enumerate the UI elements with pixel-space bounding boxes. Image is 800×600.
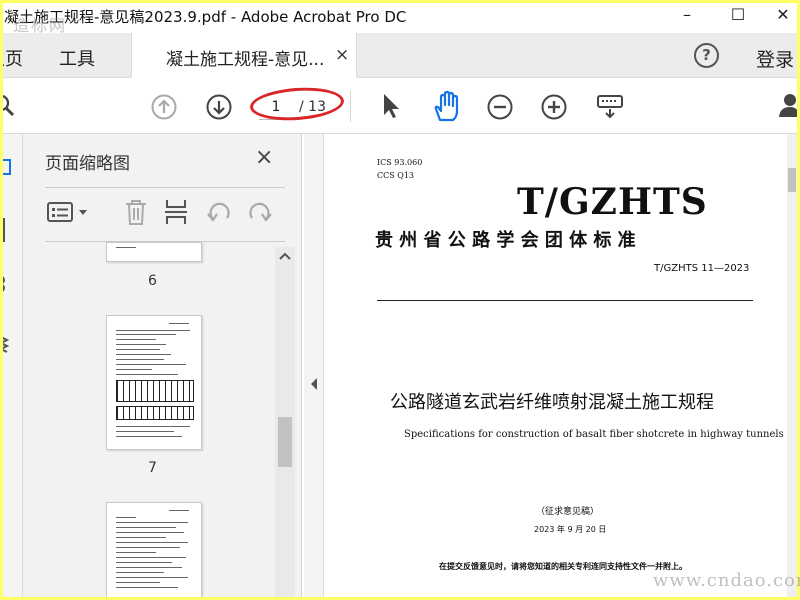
document-tab-close-icon[interactable]: × <box>335 45 349 65</box>
page-thumbnail[interactable] <box>106 242 202 262</box>
pages-panel-icon[interactable] <box>3 158 13 178</box>
panel-close-icon[interactable]: × <box>255 145 273 170</box>
rotate-right-icon[interactable] <box>246 200 274 226</box>
doc-ccs: CCS Q13 <box>377 171 415 180</box>
thumbnail-options-icon[interactable] <box>47 200 91 226</box>
minimize-button[interactable]: – <box>667 3 707 31</box>
document-tab-label: 凝土施工规程-意见... <box>166 50 325 70</box>
panel-collapse-strip[interactable] <box>304 134 324 597</box>
page-thumbnail[interactable] <box>106 315 202 450</box>
home-tab[interactable]: 主页 <box>3 45 23 71</box>
doc-number: T/GZHTS 11—2023 <box>654 263 750 274</box>
toolbar: / 13 <box>3 78 797 134</box>
watermark-bottom: www.cndao.com <box>653 570 800 591</box>
document-scrollbar[interactable] <box>787 134 797 597</box>
scrollbar-thumb[interactable] <box>788 168 796 192</box>
keyboard-icon[interactable] <box>596 93 624 121</box>
scrollbar-thumb[interactable] <box>278 417 292 467</box>
previous-page-icon[interactable] <box>151 94 177 120</box>
page-number-label: 6 <box>148 273 157 289</box>
menu-tab-bar: 主页 工具 凝土施工规程-意见... × ? 登录 <box>3 33 797 78</box>
doc-draft-label: （征求意见稿） <box>536 507 600 517</box>
user-icon[interactable] <box>777 92 797 118</box>
document-tab[interactable]: 凝土施工规程-意见... × <box>131 33 357 78</box>
select-cursor-icon[interactable] <box>381 92 403 120</box>
panel-divider <box>45 187 285 188</box>
layers-panel-icon[interactable] <box>3 334 11 354</box>
hand-tool-icon[interactable] <box>431 90 463 122</box>
page-number-label: 7 <box>148 460 157 476</box>
toolbar-divider <box>350 90 351 122</box>
zoom-out-icon[interactable] <box>487 94 513 120</box>
zoom-in-icon[interactable] <box>541 94 567 120</box>
bookmark-panel-icon[interactable] <box>3 218 11 242</box>
doc-date: 2023 年 9 月 20 日 <box>534 525 607 534</box>
document-view[interactable]: ICS 93.060 CCS Q13 T/GZHTS 贵 州 省 公 路 学 会… <box>324 134 797 597</box>
acrobat-window: 凝土施工规程-意见稿2023.9.pdf - Adobe Acrobat Pro… <box>3 3 797 597</box>
doc-organization: 贵 州 省 公 路 学 会 团 体 标 准 <box>375 230 636 251</box>
page-thumbnails-panel: 页面缩略图 × 6 7 <box>23 134 302 597</box>
thumbnail-scrollbar[interactable] <box>275 247 295 597</box>
collapse-arrow-icon[interactable] <box>309 377 319 391</box>
delete-page-icon[interactable] <box>123 198 149 226</box>
title-bar: 凝土施工规程-意见稿2023.9.pdf - Adobe Acrobat Pro… <box>3 3 797 35</box>
tools-tab[interactable]: 工具 <box>59 45 95 71</box>
page-thumbnail[interactable] <box>106 502 202 597</box>
help-icon[interactable]: ? <box>694 43 719 68</box>
rotate-left-icon[interactable] <box>205 200 233 226</box>
navigation-rail <box>3 134 23 597</box>
doc-standard-code: T/GZHTS <box>517 181 708 223</box>
doc-ics: ICS 93.060 <box>377 158 423 167</box>
attachment-panel-icon[interactable] <box>3 274 11 294</box>
insert-page-icon[interactable] <box>163 198 189 226</box>
scroll-up-icon[interactable] <box>278 251 292 261</box>
search-icon[interactable] <box>3 94 17 118</box>
doc-title-cn: 公路隧道玄武岩纤维喷射混凝土施工规程 <box>390 392 714 413</box>
panel-title: 页面缩略图 <box>45 154 130 174</box>
doc-notice: 在提交反馈意见时，请将您知道的相关专利连同支持性文件一并附上。 <box>439 562 687 571</box>
next-page-icon[interactable] <box>206 94 232 120</box>
doc-title-en: Specifications for construction of basal… <box>404 429 784 440</box>
close-button[interactable]: ✕ <box>763 3 797 31</box>
doc-rule <box>377 300 753 301</box>
maximize-button[interactable]: ☐ <box>718 3 758 31</box>
login-button[interactable]: 登录 <box>756 45 794 72</box>
